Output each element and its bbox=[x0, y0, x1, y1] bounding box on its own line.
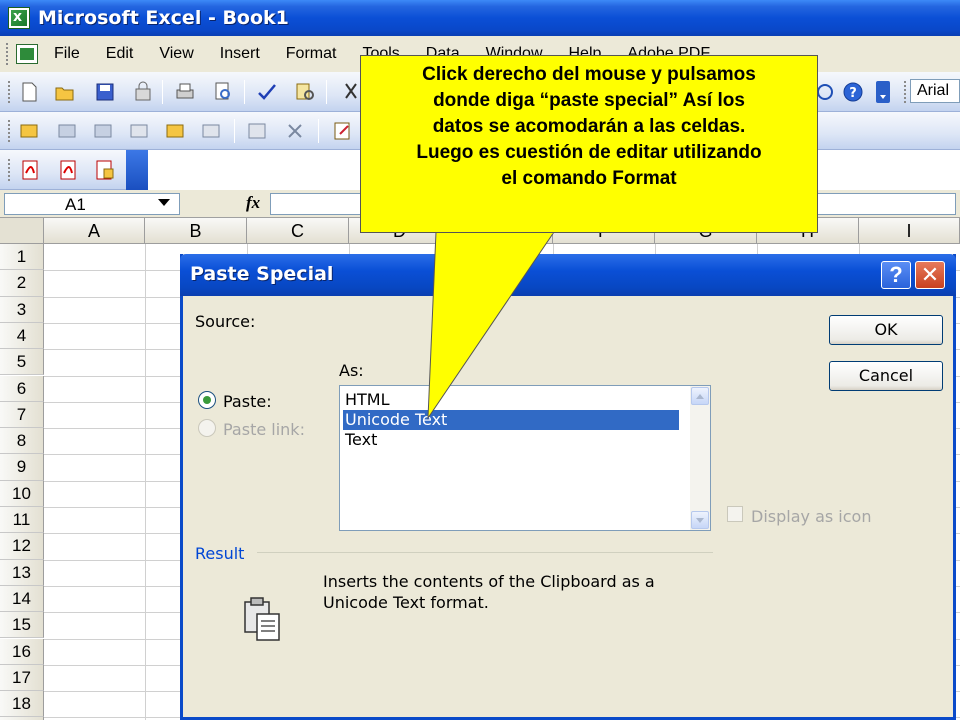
scroll-up-icon[interactable] bbox=[691, 387, 709, 405]
new-icon[interactable] bbox=[18, 81, 40, 103]
row-header[interactable]: 8 bbox=[0, 428, 44, 455]
column-header[interactable]: B bbox=[145, 218, 247, 244]
result-text-line-2: Unicode Text format. bbox=[323, 593, 489, 612]
row-header[interactable]: 18 bbox=[0, 691, 44, 718]
show-comment-icon[interactable] bbox=[128, 120, 150, 142]
row-header[interactable]: 5 bbox=[0, 349, 44, 376]
display-as-icon-checkbox[interactable] bbox=[727, 506, 743, 522]
callout-line-2: donde diga “paste special” Así los bbox=[433, 90, 745, 111]
callout-line-5: el comando Format bbox=[501, 168, 677, 189]
research-icon[interactable] bbox=[294, 81, 316, 103]
print-preview-icon[interactable] bbox=[212, 81, 234, 103]
convert-and-review-icon[interactable] bbox=[94, 159, 116, 181]
previous-comment-icon[interactable] bbox=[56, 120, 78, 142]
font-name-box[interactable]: Arial bbox=[910, 79, 960, 103]
row-header[interactable]: 2 bbox=[0, 270, 44, 297]
close-button[interactable]: ✕ bbox=[915, 261, 945, 289]
adobe-pdf-toolbar bbox=[0, 150, 148, 190]
menu-view[interactable]: View bbox=[159, 45, 193, 63]
list-item[interactable]: HTML bbox=[343, 390, 679, 410]
row-header[interactable]: 13 bbox=[0, 559, 44, 586]
ok-button[interactable]: OK bbox=[829, 315, 943, 345]
menu-insert[interactable]: Insert bbox=[220, 45, 260, 63]
print-icon[interactable] bbox=[174, 81, 196, 103]
menu-file[interactable]: File bbox=[54, 45, 80, 63]
toolbar-options-icon-2[interactable] bbox=[126, 150, 148, 190]
menu-edit[interactable]: Edit bbox=[106, 45, 134, 63]
menu-format[interactable]: Format bbox=[286, 45, 337, 63]
convert-and-email-icon[interactable] bbox=[58, 159, 80, 181]
window-title: Microsoft Excel - Book1 bbox=[38, 7, 289, 29]
display-as-icon-label: Display as icon bbox=[751, 507, 872, 526]
paste-radio-label[interactable]: Paste: bbox=[223, 392, 272, 411]
spelling-icon[interactable] bbox=[256, 81, 278, 103]
row-header[interactable]: 11 bbox=[0, 507, 44, 534]
svg-text:?: ? bbox=[849, 86, 857, 101]
edit-comment-icon[interactable] bbox=[332, 120, 354, 142]
source-label: Source: bbox=[195, 312, 256, 331]
row-header[interactable]: 14 bbox=[0, 585, 44, 613]
toolbar-grip-2[interactable] bbox=[8, 120, 12, 142]
title-bar: x Microsoft Excel - Book1 bbox=[0, 0, 960, 36]
row-header[interactable]: 7 bbox=[0, 401, 44, 429]
row-header[interactable]: 4 bbox=[0, 322, 44, 350]
column-header[interactable]: C bbox=[247, 218, 349, 244]
paste-link-radio[interactable] bbox=[198, 419, 216, 437]
show-all-comments-icon[interactable] bbox=[164, 120, 186, 142]
convert-to-pdf-icon[interactable] bbox=[20, 159, 42, 181]
row-header[interactable]: 12 bbox=[0, 533, 44, 560]
listbox-scrollbar[interactable] bbox=[690, 386, 710, 530]
row-header[interactable]: 6 bbox=[0, 375, 44, 402]
column-header[interactable]: A bbox=[44, 218, 145, 244]
help-button[interactable]: ? bbox=[881, 261, 911, 289]
paste-special-dialog: Paste Special ? ✕ Source: As: Paste: Pas… bbox=[180, 254, 956, 720]
as-label: As: bbox=[339, 361, 364, 380]
row-header[interactable]: 16 bbox=[0, 638, 44, 665]
list-item[interactable]: Text bbox=[343, 430, 679, 450]
callout-line-1: Click derecho del mouse y pulsamos bbox=[422, 64, 756, 85]
toolbar-grip-formatting[interactable] bbox=[904, 81, 908, 103]
insert-function-icon[interactable]: fx bbox=[246, 193, 260, 213]
row-header[interactable]: 10 bbox=[0, 480, 44, 507]
save-icon[interactable] bbox=[94, 81, 116, 103]
cut-icon[interactable] bbox=[340, 81, 362, 103]
row-header[interactable]: 17 bbox=[0, 664, 44, 692]
column-header[interactable]: I bbox=[859, 218, 960, 244]
workbook-icon[interactable] bbox=[16, 44, 38, 64]
clipboard-icon bbox=[244, 597, 280, 641]
help-icon[interactable]: ? bbox=[842, 81, 864, 103]
cancel-button[interactable]: Cancel bbox=[829, 361, 943, 391]
paste-radio[interactable] bbox=[198, 391, 216, 409]
reject-change-icon[interactable] bbox=[284, 120, 306, 142]
open-icon[interactable] bbox=[54, 81, 76, 103]
dialog-title: Paste Special bbox=[180, 254, 956, 296]
list-item-selected[interactable]: Unicode Text bbox=[343, 410, 679, 430]
permission-icon[interactable] bbox=[132, 81, 154, 103]
paste-link-radio-label: Paste link: bbox=[223, 420, 305, 439]
menu-grip[interactable] bbox=[6, 43, 10, 65]
row-header[interactable]: 15 bbox=[0, 612, 44, 639]
annotation-callout: Click derecho del mouse y pulsamos donde… bbox=[360, 55, 818, 233]
row-header[interactable]: 1 bbox=[0, 244, 44, 271]
result-label: Result bbox=[195, 544, 245, 563]
select-all-corner[interactable] bbox=[0, 218, 44, 244]
name-box[interactable]: A1 bbox=[4, 193, 180, 215]
result-text-line-1: Inserts the contents of the Clipboard as… bbox=[323, 572, 655, 591]
row-header[interactable]: 3 bbox=[0, 296, 44, 323]
as-listbox[interactable]: HTML Unicode Text Text bbox=[339, 385, 711, 531]
callout-line-3: datos se acomodarán a las celdas. bbox=[432, 116, 746, 137]
delete-comment-icon[interactable] bbox=[200, 120, 222, 142]
toolbar-grip[interactable] bbox=[8, 81, 12, 103]
track-changes-icon[interactable] bbox=[246, 120, 268, 142]
toolbar-options-icon[interactable] bbox=[876, 81, 890, 103]
row-header[interactable]: 9 bbox=[0, 454, 44, 481]
scroll-down-icon[interactable] bbox=[691, 511, 709, 529]
next-comment-icon[interactable] bbox=[92, 120, 114, 142]
name-box-dropdown-icon[interactable] bbox=[158, 199, 170, 206]
toolbar-grip-3[interactable] bbox=[8, 159, 12, 181]
excel-app-icon: x bbox=[8, 7, 30, 29]
new-comment-icon[interactable] bbox=[18, 120, 40, 142]
callout-line-4: Luego es cuestión de editar utilizando bbox=[416, 142, 762, 163]
